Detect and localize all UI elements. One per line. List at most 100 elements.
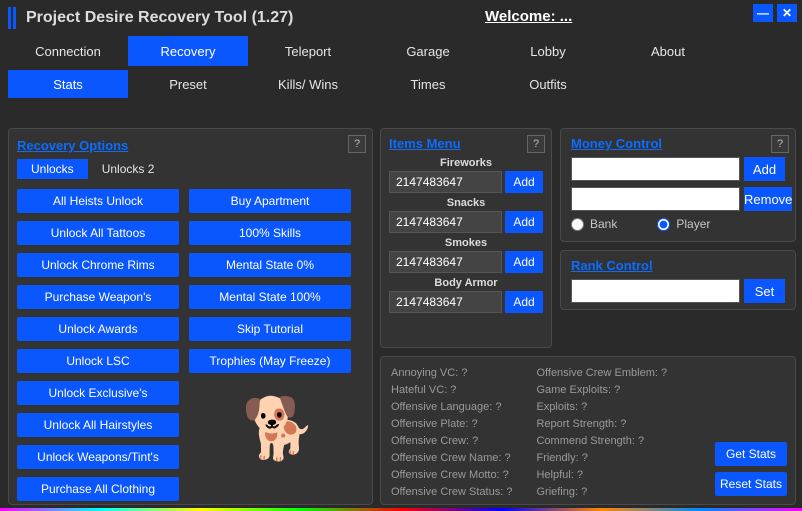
money-remove-row: Remove bbox=[571, 187, 785, 211]
sub-tab-bar: StatsPresetKills/ WinsTimesOutfits bbox=[0, 70, 802, 102]
player-radio[interactable] bbox=[657, 218, 670, 231]
bank-label: Bank bbox=[590, 217, 617, 231]
window-controls: — ✕ bbox=[753, 4, 797, 22]
money-remove-input[interactable] bbox=[571, 187, 740, 211]
money-target-radios: Bank Player bbox=[571, 217, 785, 231]
money-title: Money Control bbox=[571, 136, 662, 151]
main-tab-about[interactable]: About bbox=[608, 36, 728, 66]
welcome-label: Welcome: ... bbox=[485, 8, 572, 25]
close-button[interactable]: ✕ bbox=[777, 4, 797, 22]
item-row-snacks: SnacksAdd bbox=[389, 197, 543, 233]
recovery-btn-unlock-weapons-tint-s[interactable]: Unlock Weapons/Tint's bbox=[17, 445, 179, 469]
items-title: Items Menu bbox=[389, 136, 461, 151]
content-area: Recovery Options ? UnlocksUnlocks 2 All … bbox=[8, 128, 796, 505]
app-title: Project Desire Recovery Tool (1.27) bbox=[26, 9, 293, 27]
sub-tab-outfits[interactable]: Outfits bbox=[488, 70, 608, 98]
stat-line: Offensive Plate: ? bbox=[391, 416, 512, 433]
recovery-btn-unlock-lsc[interactable]: Unlock LSC bbox=[17, 349, 179, 373]
reset-stats-button[interactable]: Reset Stats bbox=[715, 472, 787, 496]
recovery-btn--skills[interactable]: 100% Skills bbox=[189, 221, 351, 245]
main-tab-bar: ConnectionRecoveryTeleportGarageLobbyAbo… bbox=[0, 36, 802, 70]
accent-bars bbox=[8, 7, 16, 29]
stats-columns: Annoying VC: ?Hateful VC: ?Offensive Lan… bbox=[391, 365, 667, 501]
item-row-fireworks: Fireworks Add bbox=[389, 157, 543, 193]
recovery-panel: Recovery Options ? UnlocksUnlocks 2 All … bbox=[8, 128, 373, 505]
recovery-btn-buy-apartment[interactable]: Buy Apartment bbox=[189, 189, 351, 213]
item-add-body-armor[interactable]: Add bbox=[505, 291, 543, 313]
inner-tab-unlocks-2[interactable]: Unlocks 2 bbox=[88, 159, 169, 179]
money-add-button[interactable]: Add bbox=[744, 157, 785, 181]
stat-line: Offensive Crew Motto: ? bbox=[391, 467, 512, 484]
main-tab-teleport[interactable]: Teleport bbox=[248, 36, 368, 66]
recovery-btn-purchase-all-clothing[interactable]: Purchase All Clothing bbox=[17, 477, 179, 501]
minimize-button[interactable]: — bbox=[753, 4, 773, 22]
help-button-money[interactable]: ? bbox=[771, 135, 789, 153]
main-tab-lobby[interactable]: Lobby bbox=[488, 36, 608, 66]
item-label: Body Armor bbox=[389, 277, 543, 289]
item-ctrl: Add bbox=[389, 251, 543, 273]
help-button-recovery[interactable]: ? bbox=[348, 135, 366, 153]
recovery-btn-unlock-all-hairstyles[interactable]: Unlock All Hairstyles bbox=[17, 413, 179, 437]
stat-line: Griefing: ? bbox=[536, 484, 667, 501]
stat-line: Offensive Crew: ? bbox=[391, 433, 512, 450]
recovery-btn-all-heists-unlock[interactable]: All Heists Unlock bbox=[17, 189, 179, 213]
recovery-btn-mental-state-[interactable]: Mental State 100% bbox=[189, 285, 351, 309]
get-stats-button[interactable]: Get Stats bbox=[715, 442, 787, 466]
recovery-btn-unlock-all-tattoos[interactable]: Unlock All Tattoos bbox=[17, 221, 179, 245]
stat-line: Offensive Language: ? bbox=[391, 399, 512, 416]
item-input-fireworks[interactable] bbox=[389, 171, 502, 193]
item-input-snacks[interactable] bbox=[389, 211, 502, 233]
app-window: Project Desire Recovery Tool (1.27) Welc… bbox=[0, 0, 802, 511]
item-row-body-armor: Body Armor Add bbox=[389, 277, 543, 313]
recovery-btn-unlock-awards[interactable]: Unlock Awards bbox=[17, 317, 179, 341]
item-label: Smokes bbox=[389, 237, 543, 249]
main-tab-recovery[interactable]: Recovery bbox=[128, 36, 248, 66]
item-ctrl: Add bbox=[389, 291, 543, 313]
recovery-btn-purchase-weapon-s[interactable]: Purchase Weapon's bbox=[17, 285, 179, 309]
stat-line: Helpful: ? bbox=[536, 467, 667, 484]
item-ctrl: Add bbox=[389, 171, 543, 193]
bank-radio[interactable] bbox=[571, 218, 584, 231]
recovery-btn-unlock-exclusive-s[interactable]: Unlock Exclusive's bbox=[17, 381, 179, 405]
rank-title: Rank Control bbox=[571, 258, 653, 273]
items-rows: FireworksAddSnacksAddSmokesAddBody Armor… bbox=[389, 157, 543, 313]
player-radio-label[interactable]: Player bbox=[657, 217, 710, 231]
item-add-smokes[interactable]: Add bbox=[505, 251, 543, 273]
bank-radio-label[interactable]: Bank bbox=[571, 217, 617, 231]
recovery-btn-unlock-chrome-rims[interactable]: Unlock Chrome Rims bbox=[17, 253, 179, 277]
items-panel: Items Menu ? FireworksAddSnacksAddSmokes… bbox=[380, 128, 552, 348]
stat-line: Annoying VC: ? bbox=[391, 365, 512, 382]
sub-tab-kills-wins[interactable]: Kills/ Wins bbox=[248, 70, 368, 98]
sub-tab-times[interactable]: Times bbox=[368, 70, 488, 98]
recovery-btn-skip-tutorial[interactable]: Skip Tutorial bbox=[189, 317, 351, 341]
money-add-row: Add bbox=[571, 157, 785, 181]
item-add-fireworks[interactable]: Add bbox=[505, 171, 543, 193]
rank-row: Set bbox=[571, 279, 785, 303]
stat-line: Offensive Crew Emblem: ? bbox=[536, 365, 667, 382]
item-label: Fireworks bbox=[389, 157, 543, 169]
titlebar: Project Desire Recovery Tool (1.27) Welc… bbox=[0, 0, 802, 36]
money-remove-button[interactable]: Remove bbox=[744, 187, 792, 211]
recovery-btn-mental-state-[interactable]: Mental State 0% bbox=[189, 253, 351, 277]
stat-line: Report Strength: ? bbox=[536, 416, 667, 433]
rank-input[interactable] bbox=[571, 279, 740, 303]
item-row-smokes: Smokes Add bbox=[389, 237, 543, 273]
main-tab-connection[interactable]: Connection bbox=[8, 36, 128, 66]
item-input-body-armor[interactable] bbox=[389, 291, 502, 313]
sub-tab-stats[interactable]: Stats bbox=[8, 70, 128, 98]
recovery-col1: All Heists Unlock Unlock All Tattoos Unloc… bbox=[17, 189, 179, 501]
stats-col2: Offensive Crew Emblem: ?Game Exploits: ?… bbox=[536, 365, 667, 501]
stat-line: Offensive Crew Name: ? bbox=[391, 450, 512, 467]
recovery-title: Recovery Options bbox=[17, 138, 128, 153]
money-add-input[interactable] bbox=[571, 157, 740, 181]
stats-panel: Annoying VC: ?Hateful VC: ?Offensive Lan… bbox=[380, 356, 796, 505]
stat-line: Friendly: ? bbox=[536, 450, 667, 467]
item-add-snacks[interactable]: Add bbox=[505, 211, 543, 233]
help-button-items[interactable]: ? bbox=[527, 135, 545, 153]
rank-set-button[interactable]: Set bbox=[744, 279, 785, 303]
main-tab-garage[interactable]: Garage bbox=[368, 36, 488, 66]
sub-tab-preset[interactable]: Preset bbox=[128, 70, 248, 98]
item-input-smokes[interactable] bbox=[389, 251, 502, 273]
inner-tab-unlocks[interactable]: Unlocks bbox=[17, 159, 88, 179]
stat-line: Offensive Crew Status: ? bbox=[391, 484, 512, 501]
